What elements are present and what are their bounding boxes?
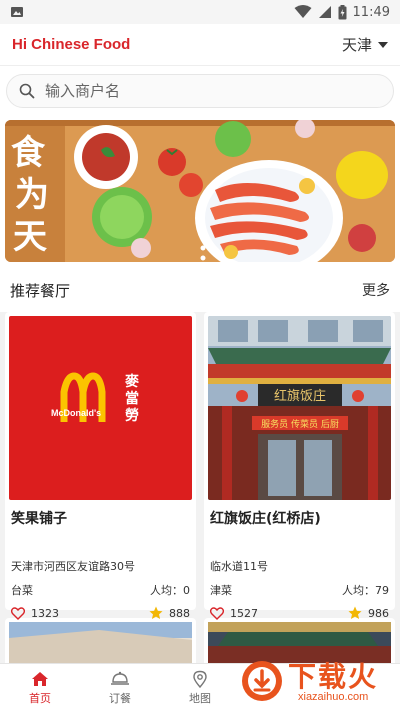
recruit-banner-text: 服务员 传菜员 后厨 — [261, 418, 339, 430]
map-pin-icon — [193, 670, 207, 688]
svg-text:天: 天 — [13, 217, 47, 257]
watermark-text: 下载火 — [288, 660, 379, 693]
status-time: 11:49 — [352, 4, 390, 20]
restaurant-sign-text: 红旗饭庄 — [274, 388, 326, 404]
search-section — [0, 66, 400, 114]
app-bar: Hi Chinese Food 天津 — [0, 24, 400, 66]
wifi-icon — [294, 5, 312, 18]
restaurant-name: 笑果铺子 — [11, 511, 67, 527]
home-icon — [32, 671, 48, 686]
restaurant-photo — [9, 622, 192, 668]
food-banner[interactable]: 食 为 天 — [5, 120, 395, 262]
restaurant-photo: 红旗饭庄 服务员 传菜员 后厨 — [208, 316, 391, 500]
restaurant-address: 天津市河西区友谊路30号 — [11, 560, 135, 573]
download-logo-icon — [242, 661, 282, 701]
status-bar: 11:49 — [0, 0, 400, 24]
search-input[interactable] — [45, 82, 381, 100]
city-selector[interactable]: 天津 — [342, 34, 388, 55]
svg-text:勞: 勞 — [125, 407, 139, 424]
heart-icon — [210, 606, 224, 620]
tab-home[interactable]: 首页 — [0, 664, 80, 711]
tab-map[interactable]: 地图 — [160, 664, 240, 711]
cuisine-tag: 台菜 — [11, 584, 33, 597]
likes-count: 1527 — [230, 606, 258, 620]
caret-down-icon — [378, 41, 388, 48]
tab-label: 地图 — [189, 691, 211, 705]
svg-text:食: 食 — [11, 133, 46, 173]
recommended-header: 推荐餐厅 更多 — [0, 268, 400, 312]
tab-order[interactable]: 订餐 — [80, 664, 160, 711]
svg-text:为: 为 — [15, 175, 49, 215]
restaurant-card[interactable]: 红旗饭庄 服务员 传菜员 后厨 红旗饭庄(红桥店) 临水道11号 津菜 人均：7… — [204, 312, 395, 620]
likes-count: 1323 — [31, 606, 59, 620]
city-label: 天津 — [341, 36, 372, 54]
cuisine-tag: 津菜 — [210, 584, 232, 597]
restaurant-name: 红旗饭庄(红桥店) — [210, 511, 321, 527]
signal-icon — [318, 6, 331, 18]
svg-text:麥: 麥 — [124, 373, 140, 390]
search-bar[interactable] — [6, 74, 394, 108]
cloche-icon — [111, 671, 129, 685]
rating-count: 986 — [368, 606, 389, 620]
svg-text:當: 當 — [125, 390, 139, 407]
likes[interactable]: 1527 — [210, 607, 258, 620]
tab-label: 首页 — [29, 691, 51, 705]
more-link[interactable]: 更多 — [362, 280, 390, 300]
app-title: Hi Chinese Food — [12, 36, 131, 53]
star-icon — [149, 606, 163, 619]
restaurant-grid: McDonald's 麥 當 勞 笑果铺子 天津市河西区友谊路30号 台菜 人均… — [0, 312, 400, 620]
restaurant-card[interactable] — [5, 618, 196, 668]
rating: 986 — [348, 606, 389, 620]
rating: 888 — [149, 606, 190, 620]
heart-icon — [11, 606, 25, 620]
avg-price: 人均：0 — [150, 584, 190, 597]
image-notification-icon — [11, 7, 23, 17]
tab-label: 订餐 — [109, 691, 131, 705]
avg-price: 人均：79 — [342, 584, 389, 597]
brand-logo-text: McDonald's — [51, 408, 101, 418]
battery-icon — [338, 4, 347, 19]
banner-section: 食 为 天 — [0, 114, 400, 268]
rating-count: 888 — [169, 606, 190, 620]
watermark: 下载火 xiazaihuo.com — [234, 653, 396, 709]
restaurant-card[interactable]: McDonald's 麥 當 勞 笑果铺子 天津市河西区友谊路30号 台菜 人均… — [5, 312, 196, 620]
star-icon — [348, 606, 362, 619]
watermark-url: xiazaihuo.com — [298, 691, 369, 703]
restaurant-address: 临水道11号 — [210, 560, 268, 573]
search-icon — [19, 83, 35, 99]
likes[interactable]: 1323 — [11, 607, 59, 620]
section-title: 推荐餐厅 — [10, 281, 71, 300]
restaurant-photo: McDonald's 麥 當 勞 — [9, 316, 192, 500]
